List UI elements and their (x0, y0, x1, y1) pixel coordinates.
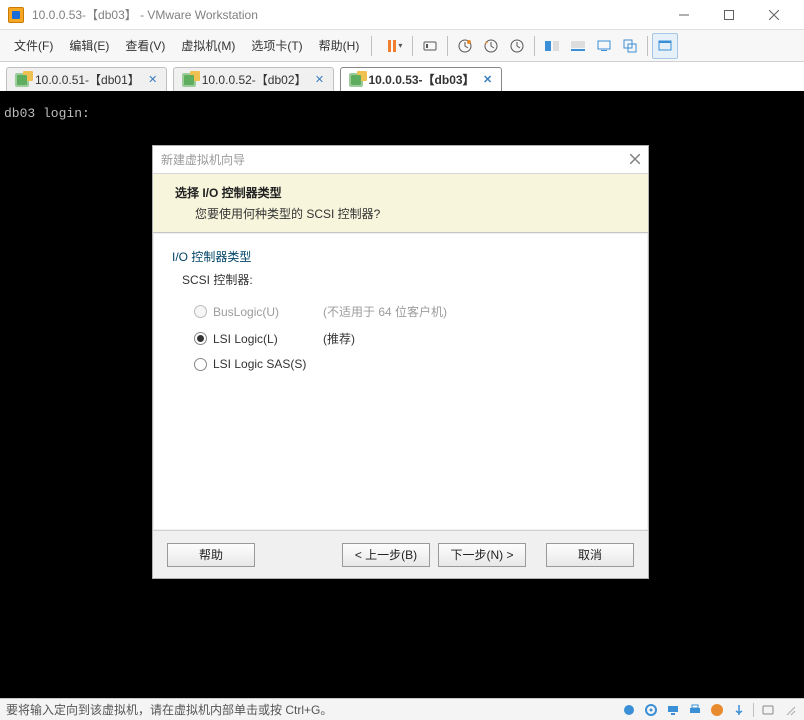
radio-lsilogicsas[interactable] (194, 358, 207, 371)
toolbar-separator (371, 36, 372, 56)
radio-lsilogic[interactable] (194, 332, 207, 345)
chevron-down-icon: ▾ (398, 41, 402, 50)
maximize-button[interactable] (706, 0, 751, 29)
dialog-footer: 帮助 < 上一步(B) 下一步(N) > 取消 (153, 530, 648, 578)
dialog-subheading: 您要使用何种类型的 SCSI 控制器? (175, 201, 626, 222)
vm-tab-label: 10.0.0.51-【db01】 (35, 71, 140, 88)
vm-tab-label: 10.0.0.53-【db03】 (369, 71, 475, 88)
vm-tab-label: 10.0.0.52-【db02】 (202, 71, 307, 88)
sound-icon[interactable] (709, 702, 725, 718)
dialog-heading: 选择 I/O 控制器类型 (175, 184, 626, 201)
tab-close-icon[interactable]: ✕ (146, 73, 160, 87)
io-controller-group-label: I/O 控制器类型 (172, 248, 629, 265)
menubar: 文件(F) 编辑(E) 查看(V) 虚拟机(M) 选项卡(T) 帮助(H) ▾ (0, 30, 804, 62)
window-titlebar: 10.0.0.53-【db03】 - VMware Workstation (0, 0, 804, 30)
window-title: 10.0.0.53-【db03】 - VMware Workstation (32, 6, 661, 23)
dialog-header: 选择 I/O 控制器类型 您要使用何种类型的 SCSI 控制器? (153, 174, 648, 233)
help-button[interactable]: 帮助 (167, 543, 255, 567)
vm-tab-db02[interactable]: 10.0.0.52-【db02】 ✕ (173, 67, 334, 91)
suspend-button[interactable]: ▾ (382, 33, 408, 59)
menu-file[interactable]: 文件(F) (6, 33, 61, 58)
toolbar-separator (647, 36, 648, 56)
view-console-button[interactable] (591, 33, 617, 59)
fullscreen-button[interactable] (652, 33, 678, 59)
radio-lsilogic-row[interactable]: LSI Logic(L) (推荐) (172, 325, 629, 352)
dialog-body: I/O 控制器类型 SCSI 控制器: BusLogic(U) (不适用于 64… (154, 234, 647, 529)
vm-icon (349, 73, 363, 87)
menu-tabs[interactable]: 选项卡(T) (243, 33, 310, 58)
dialog-titlebar[interactable]: 新建虚拟机向导 (153, 146, 648, 174)
next-button[interactable]: 下一步(N) > (438, 543, 526, 567)
tab-close-icon[interactable]: ✕ (313, 73, 327, 87)
thumbnail-bar-button[interactable] (565, 33, 591, 59)
vm-tab-db03[interactable]: 10.0.0.53-【db03】 ✕ (340, 67, 502, 91)
scsi-controller-label: SCSI 控制器: (172, 271, 629, 288)
radio-label: LSI Logic SAS(S) (213, 357, 323, 371)
radio-buslogic (194, 305, 207, 318)
tab-close-icon[interactable]: ✕ (481, 73, 495, 87)
messages-icon[interactable] (760, 702, 776, 718)
cd-icon[interactable] (643, 702, 659, 718)
usb-icon[interactable] (731, 702, 747, 718)
vm-icon (182, 73, 196, 87)
vm-tabbar: 10.0.0.51-【db01】 ✕ 10.0.0.52-【db02】 ✕ 10… (0, 62, 804, 92)
snapshot-take-button[interactable] (452, 33, 478, 59)
vm-icon (15, 73, 29, 87)
status-tray (621, 702, 798, 718)
close-button[interactable] (751, 0, 796, 29)
menu-view[interactable]: 查看(V) (117, 33, 173, 58)
menu-vm[interactable]: 虚拟机(M) (173, 33, 243, 58)
new-vm-wizard-dialog: 新建虚拟机向导 选择 I/O 控制器类型 您要使用何种类型的 SCSI 控制器?… (152, 145, 649, 579)
menu-help[interactable]: 帮助(H) (311, 33, 368, 58)
radio-label: BusLogic(U) (213, 305, 323, 319)
toolbar-separator (534, 36, 535, 56)
printer-icon[interactable] (687, 702, 703, 718)
back-button[interactable]: < 上一步(B) (342, 543, 430, 567)
minimize-button[interactable] (661, 0, 706, 29)
dialog-close-button[interactable] (630, 153, 640, 167)
tray-separator (753, 703, 754, 717)
cancel-button[interactable]: 取消 (546, 543, 634, 567)
dialog-title: 新建虚拟机向导 (161, 151, 245, 168)
toolbar-separator (447, 36, 448, 56)
library-button[interactable] (539, 33, 565, 59)
snapshot-revert-button[interactable] (478, 33, 504, 59)
disk-icon[interactable] (621, 702, 637, 718)
window-controls (661, 0, 796, 29)
radio-buslogic-row: BusLogic(U) (不适用于 64 位客户机) (172, 298, 629, 325)
network-icon[interactable] (665, 702, 681, 718)
toolbar-separator (412, 36, 413, 56)
vm-tab-db01[interactable]: 10.0.0.51-【db01】 ✕ (6, 67, 167, 91)
resize-grip-icon[interactable] (782, 702, 798, 718)
radio-note: (推荐) (323, 330, 355, 347)
statusbar: 要将输入定向到该虚拟机，请在虚拟机内部单击或按 Ctrl+G。 (0, 698, 804, 720)
radio-note: (不适用于 64 位客户机) (323, 303, 447, 320)
snapshot-manager-button[interactable] (504, 33, 530, 59)
app-icon (8, 7, 24, 23)
send-ctrl-alt-del-button[interactable] (417, 33, 443, 59)
radio-lsilogicsas-row[interactable]: LSI Logic SAS(S) (172, 352, 629, 376)
status-text: 要将输入定向到该虚拟机，请在虚拟机内部单击或按 Ctrl+G。 (6, 701, 621, 718)
radio-label: LSI Logic(L) (213, 332, 323, 346)
unity-button[interactable] (617, 33, 643, 59)
toolbar: ▾ (382, 33, 678, 59)
menu-edit[interactable]: 编辑(E) (61, 33, 117, 58)
